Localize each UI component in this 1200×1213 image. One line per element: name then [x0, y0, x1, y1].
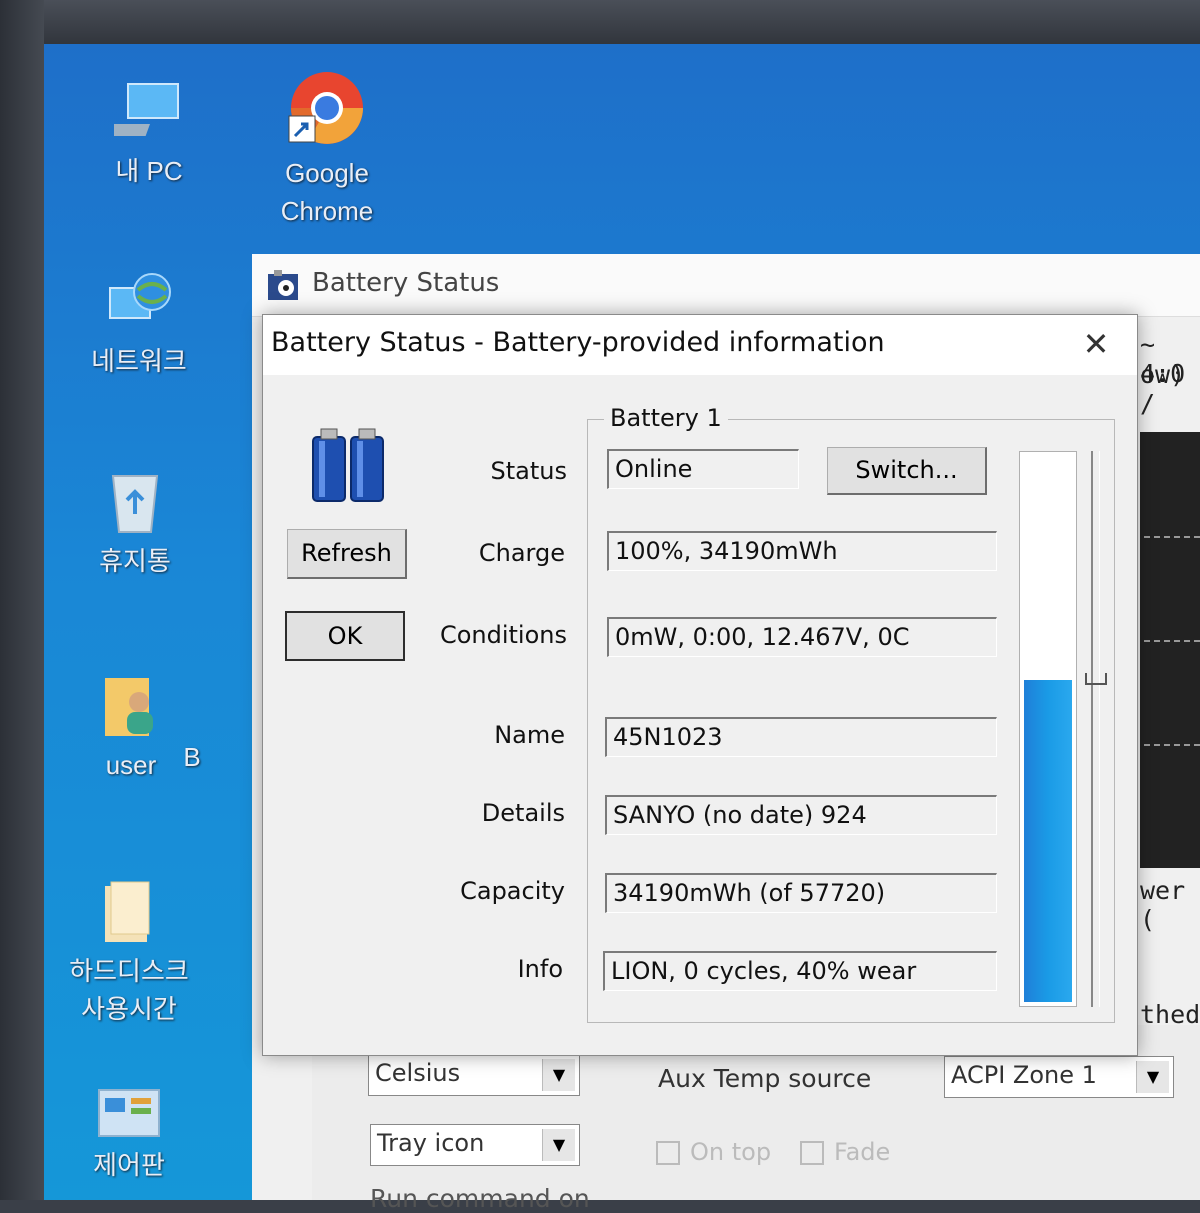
switch-button[interactable]: Switch...	[827, 447, 987, 495]
chevron-down-icon: ▼	[542, 1129, 575, 1161]
close-icon[interactable]: ✕	[1077, 325, 1115, 363]
monitor-bezel-top	[0, 0, 1200, 48]
checkbox-box	[800, 1141, 824, 1165]
run-command-label: Run command on	[370, 1184, 590, 1213]
details-label: Details	[481, 799, 565, 827]
graph-gridline	[1144, 640, 1200, 642]
graph-gridline	[1144, 536, 1200, 538]
conditions-field[interactable]: 0mW, 0:00, 12.467V, 0C	[607, 617, 997, 657]
select-value: Tray icon	[377, 1129, 485, 1157]
checkbox-box	[656, 1141, 680, 1165]
battery-app-icon	[268, 270, 298, 300]
aux-temp-source-select[interactable]: ACPI Zone 1 ▼	[944, 1056, 1174, 1098]
desktop-icon-label: 제어판	[93, 1150, 165, 1180]
select-value: ACPI Zone 1	[951, 1061, 1097, 1089]
desktop-icon-my-pc[interactable]: 내 PC	[74, 80, 224, 190]
background-app-titlebar[interactable]: Battery Status	[252, 254, 1200, 317]
info-label: Info	[517, 955, 563, 983]
desktop-icon-label: 네트워크	[91, 346, 187, 376]
group-title: Battery 1	[604, 404, 728, 432]
aux-temp-source-label: Aux Temp source	[658, 1064, 872, 1093]
conditions-label: Conditions	[439, 621, 567, 649]
capacity-label: Capacity	[460, 877, 565, 905]
on-top-checkbox[interactable]: On top	[656, 1138, 771, 1166]
desktop-icon-hdd-usage[interactable]: 하드디스크 사용시간	[54, 880, 204, 1028]
status-field[interactable]: Online	[607, 449, 799, 489]
chevron-down-icon: ▼	[542, 1059, 575, 1091]
chrome-icon	[288, 72, 363, 144]
details-field[interactable]: SANYO (no date) 924	[605, 795, 997, 835]
checkbox-label: Fade	[834, 1138, 891, 1166]
desktop-icon-network[interactable]: 네트워크	[64, 270, 214, 380]
battery-status-dialog: Battery Status - Battery-provided inform…	[262, 314, 1138, 1056]
folder-icon	[105, 881, 150, 942]
fade-checkbox[interactable]: Fade	[800, 1138, 890, 1166]
recycle-bin-icon	[111, 475, 159, 533]
chevron-down-icon: ▼	[1136, 1061, 1169, 1093]
network-icon	[109, 273, 171, 319]
desktop-icon-label: 휴지통	[99, 546, 171, 576]
desktop-icon-partial-label: B	[183, 742, 201, 772]
display-mode-select[interactable]: Tray icon ▼	[370, 1124, 580, 1166]
temperature-graph-panel	[1140, 432, 1200, 868]
dialog-title: Battery Status - Battery-provided inform…	[271, 327, 885, 358]
user-folder-icon	[105, 678, 153, 736]
desktop-icon-recycle-bin[interactable]: 휴지통	[60, 470, 210, 580]
charge-level-gauge	[1019, 451, 1077, 1007]
checkbox-label: On top	[690, 1138, 772, 1166]
desktop-icon-chrome[interactable]: Google Chrome	[252, 68, 402, 230]
charge-slider-track[interactable]	[1091, 451, 1100, 1007]
desktop-icon-label: Google Chrome	[280, 158, 374, 226]
background-app-title: Battery Status	[312, 268, 500, 298]
monitor-bezel-left	[0, 0, 44, 1200]
temperature-unit-select[interactable]: Celsius ▼	[368, 1054, 580, 1096]
charge-level-fill	[1024, 679, 1072, 1002]
name-label: Name	[494, 721, 565, 749]
capacity-field[interactable]: 34190mWh (of 57720)	[605, 873, 997, 913]
desktop-icon-label: 하드디스크 사용시간	[69, 956, 189, 1024]
background-text-fragment: ow) /	[1140, 360, 1186, 418]
name-field[interactable]: 45N1023	[605, 717, 997, 757]
desktop-icon-control-panel[interactable]: 제어판	[54, 1088, 204, 1184]
computer-icon	[114, 83, 179, 136]
info-field[interactable]: LION, 0 cycles, 40% wear	[603, 951, 997, 991]
select-value: Celsius	[375, 1059, 461, 1087]
graph-gridline	[1144, 744, 1200, 746]
background-text-fragment: wer (	[1140, 876, 1186, 934]
desktop-icon-label: 내 PC	[115, 156, 183, 186]
dialog-titlebar[interactable]: Battery Status - Battery-provided inform…	[263, 315, 1137, 375]
control-panel-icon	[98, 1089, 160, 1137]
status-label: Status	[490, 457, 567, 485]
charge-slider-thumb[interactable]	[1085, 673, 1107, 685]
charge-label: Charge	[478, 539, 565, 567]
charge-field[interactable]: 100%, 34190mWh	[607, 531, 997, 571]
